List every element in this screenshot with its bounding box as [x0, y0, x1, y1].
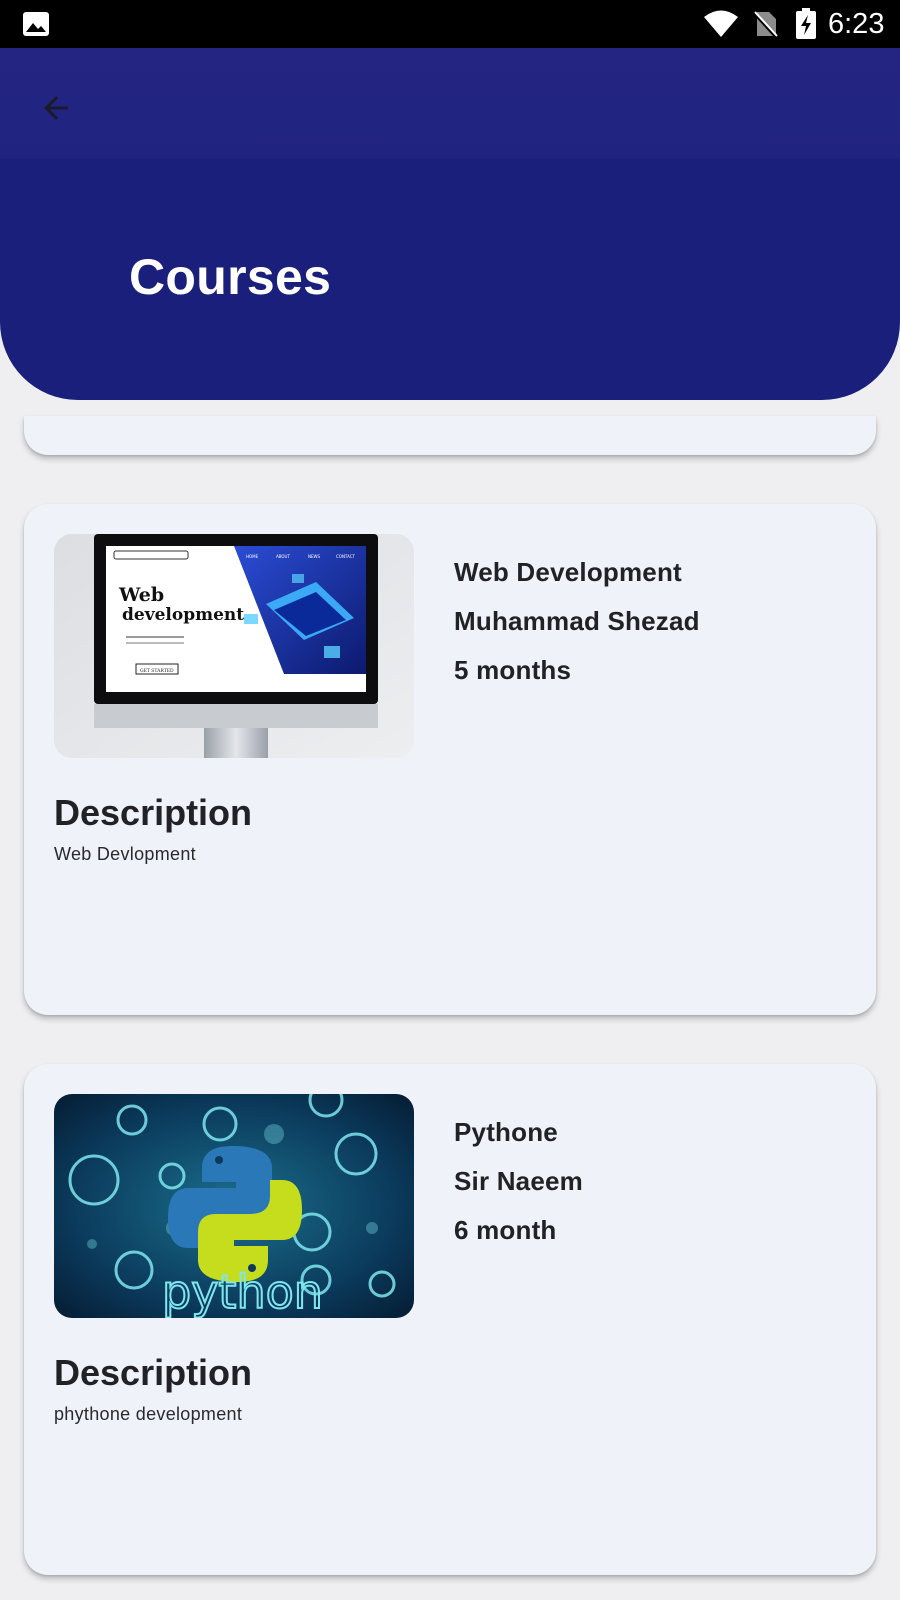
course-name: Web Development — [454, 557, 682, 587]
gallery-icon — [23, 12, 49, 36]
course-thumbnail-web-development: HOME ABOUT NEWS CONTACT Web development … — [54, 534, 414, 758]
description-heading: Description — [54, 792, 253, 833]
thumb-cta: GET STARTED — [140, 668, 174, 674]
course-card-partial[interactable] — [24, 416, 876, 455]
app-header: Courses — [0, 48, 900, 400]
back-button[interactable] — [30, 82, 82, 134]
course-name: Pythone — [454, 1117, 558, 1147]
course-info: Pythone Sir Naeem 6 month — [454, 1108, 583, 1255]
description-heading: Description — [54, 1352, 253, 1393]
thumb-nav-news: NEWS — [308, 554, 320, 559]
course-teacher: Muhammad Shezad — [454, 606, 700, 636]
page-title: Courses — [129, 249, 332, 305]
course-duration: 6 month — [454, 1215, 557, 1245]
wifi-icon — [704, 10, 738, 37]
thumb-headline-1: Web — [118, 584, 164, 606]
course-thumbnail-python: python — [54, 1094, 414, 1318]
battery-charging-icon — [796, 8, 816, 39]
thumb-python-word: python — [162, 1265, 323, 1318]
thumb-nav-contact: CONTACT — [336, 554, 356, 559]
course-teacher: Sir Naeem — [454, 1166, 583, 1196]
status-bar: 6:23 — [0, 0, 900, 48]
thumb-headline-2: development — [122, 605, 244, 625]
course-card[interactable]: python Pythone Sir Naeem 6 month Descrip… — [24, 1064, 876, 1575]
status-time: 6:23 — [828, 8, 885, 40]
thumb-nav-home: HOME — [246, 554, 259, 559]
thumb-nav-about: ABOUT — [276, 554, 290, 559]
description-text: Web Devlopment — [54, 844, 196, 864]
course-info: Web Development Muhammad Shezad 5 months — [454, 548, 700, 695]
course-duration: 5 months — [454, 655, 572, 685]
description-text: phythone development — [54, 1404, 243, 1424]
no-sim-icon — [752, 11, 778, 38]
arrow-left-icon — [44, 96, 68, 120]
course-card[interactable]: HOME ABOUT NEWS CONTACT Web development … — [24, 504, 876, 1015]
